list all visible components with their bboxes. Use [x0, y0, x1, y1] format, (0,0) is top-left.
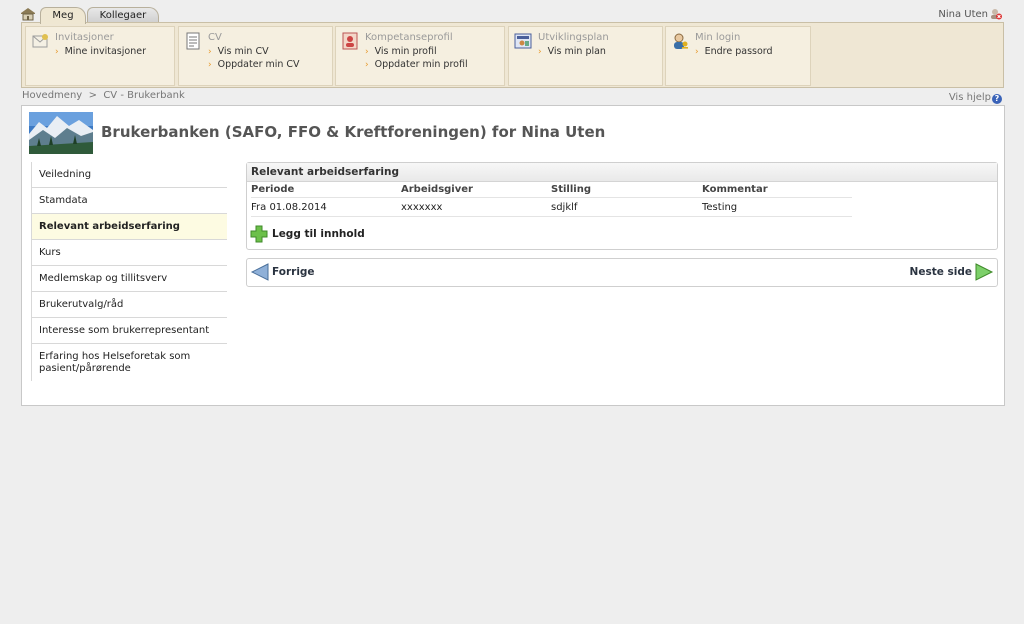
next-button[interactable]: Neste side [904, 262, 994, 282]
side-nav-item-medlemskap[interactable]: Medlemskap og tillitsverv [31, 266, 227, 292]
column-header-arbeidsgiver: Arbeidsgiver [401, 182, 551, 198]
menu-group-utviklingsplan: Utviklingsplan › Vis min plan [508, 26, 663, 86]
development-plan-icon [514, 33, 532, 49]
breadcrumb: Hovedmeny > CV - Brukerbank [22, 90, 185, 101]
add-content-label: Legg til innhold [272, 228, 365, 240]
help-label: Vis hjelp [948, 92, 991, 103]
cell-kommentar: Testing [702, 197, 852, 217]
column-header-periode: Periode [251, 182, 401, 198]
previous-button[interactable]: Forrige [250, 262, 320, 282]
cell-arbeidsgiver: xxxxxxx [401, 197, 551, 217]
menu-group-cv: CV › Vis min CV › Oppdater min CV [178, 26, 333, 86]
help-link[interactable]: Vis hjelp? [949, 92, 1002, 104]
home-icon[interactable] [20, 7, 36, 21]
side-nav-item-stamdata[interactable]: Stamdata [31, 188, 227, 214]
side-nav-item-erfaring-helseforetak[interactable]: Erfaring hos Helseforetak som pasient/på… [31, 344, 227, 381]
menu-title-cv: CV [208, 32, 222, 43]
menu-group-min-login: Min login › Endre passord [665, 26, 811, 86]
next-label: Neste side [909, 266, 972, 278]
tab-kollegaer[interactable]: Kollegaer [87, 7, 159, 23]
table-header-row: Periode Arbeidsgiver Stilling Kommentar [251, 182, 852, 198]
experience-table: Periode Arbeidsgiver Stilling Kommentar … [251, 182, 852, 217]
competence-profile-icon [342, 32, 358, 50]
menu-title-min-login: Min login [695, 32, 741, 43]
breadcrumb-separator: > [88, 90, 97, 101]
menu-title-invitasjoner: Invitasjoner [55, 32, 114, 43]
previous-label: Forrige [272, 266, 315, 278]
menu-title-kompetanseprofil: Kompetanseprofil [365, 32, 453, 43]
plus-icon [250, 225, 268, 243]
arrow-right-icon [975, 263, 994, 281]
cell-periode: Fra 01.08.2014 [251, 197, 401, 217]
cv-document-icon [186, 32, 200, 50]
experience-section: Relevant arbeidserfaring Periode Arbeids… [246, 162, 998, 250]
table-row[interactable]: Fra 01.08.2014 xxxxxxx sdjklf Testing [251, 197, 852, 217]
breadcrumb-hovedmeny[interactable]: Hovedmeny [22, 90, 82, 101]
menu-link-mine-invitasjoner[interactable]: › Mine invitasjoner [55, 46, 146, 57]
page-title: Brukerbanken (SAFO, FFO & Kreftforeninge… [101, 123, 606, 141]
pager: Forrige Neste side [246, 258, 998, 287]
menu-link-vis-min-plan[interactable]: › Vis min plan [538, 46, 606, 57]
column-header-kommentar: Kommentar [702, 182, 852, 198]
main-menu-bar: Invitasjoner › Mine invitasjoner CV › Vis … [21, 22, 1004, 88]
side-nav: Veiledning Stamdata Relevant arbeidserfa… [31, 162, 227, 381]
menu-group-kompetanseprofil: Kompetanseprofil › Vis min profil › Oppdat… [335, 26, 505, 86]
side-nav-item-relevant-arbeidserfaring[interactable]: Relevant arbeidserfaring [31, 214, 227, 240]
landscape-image [29, 112, 93, 154]
help-icon: ? [992, 94, 1002, 104]
user-key-icon [674, 33, 688, 49]
menu-link-vis-min-cv[interactable]: › Vis min CV [208, 46, 269, 57]
side-nav-item-veiledning[interactable]: Veiledning [31, 162, 227, 188]
side-nav-item-interesse[interactable]: Interesse som brukerrepresentant [31, 318, 227, 344]
breadcrumb-cv-brukerbank[interactable]: CV - Brukerbank [103, 90, 184, 101]
invitation-icon [32, 34, 48, 48]
tab-meg[interactable]: Meg [40, 7, 86, 24]
section-title: Relevant arbeidserfaring [247, 163, 997, 182]
menu-title-utviklingsplan: Utviklingsplan [538, 32, 609, 43]
arrow-left-icon [250, 263, 269, 281]
menu-group-invitasjoner: Invitasjoner › Mine invitasjoner [25, 26, 175, 86]
cell-stilling: sdjklf [551, 197, 702, 217]
logout-icon[interactable] [990, 8, 1002, 20]
column-header-stilling: Stilling [551, 182, 702, 198]
side-nav-item-kurs[interactable]: Kurs [31, 240, 227, 266]
user-name: Nina Uten [938, 9, 988, 20]
menu-link-endre-passord[interactable]: › Endre passord [695, 46, 773, 57]
menu-link-vis-min-profil[interactable]: › Vis min profil [365, 46, 437, 57]
menu-link-oppdater-min-cv[interactable]: › Oppdater min CV [208, 59, 300, 70]
menu-link-oppdater-min-profil[interactable]: › Oppdater min profil [365, 59, 468, 70]
side-nav-item-brukerutvalg[interactable]: Brukerutvalg/råd [31, 292, 227, 318]
main-panel: Brukerbanken (SAFO, FFO & Kreftforeninge… [21, 105, 1005, 406]
